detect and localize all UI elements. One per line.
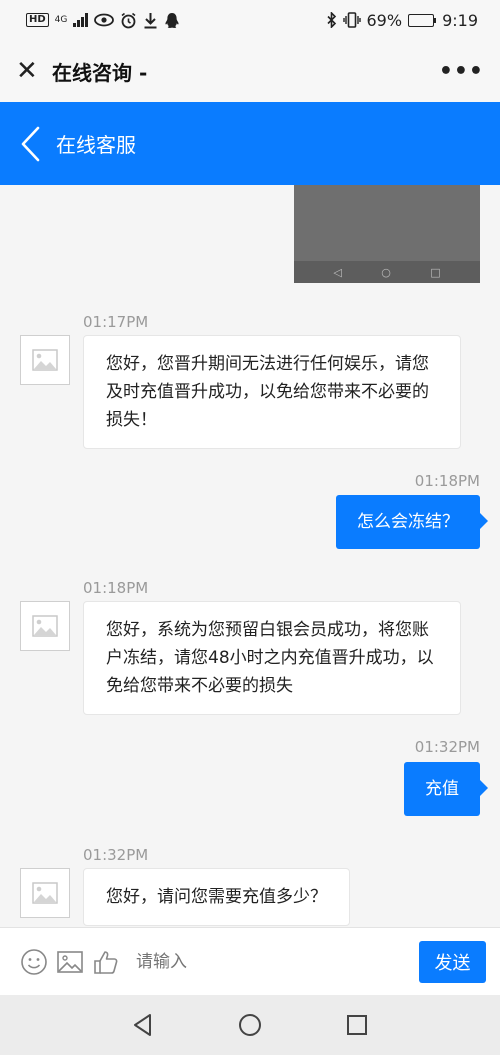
avatar[interactable] bbox=[20, 335, 70, 385]
message-bubble-incoming[interactable]: 您好，您晋升期间无法进行任何娱乐，请您及时充值晋升成功，以免给您带来不必要的损失… bbox=[83, 335, 461, 449]
nav-back-icon[interactable] bbox=[130, 1012, 156, 1038]
image-icon[interactable] bbox=[56, 948, 84, 976]
nav-recents-icon[interactable] bbox=[344, 1012, 370, 1038]
page-title: 在线咨询 - bbox=[52, 60, 148, 85]
message-time: 01:32PM bbox=[83, 846, 149, 864]
close-icon[interactable]: ✕ bbox=[16, 58, 46, 84]
message-bubble-outgoing[interactable]: 怎么会冻结？ bbox=[336, 495, 488, 549]
message-time: 01:17PM bbox=[83, 313, 149, 331]
system-nav-bar bbox=[0, 995, 500, 1055]
back-icon[interactable] bbox=[20, 126, 42, 162]
more-icon[interactable]: ••• bbox=[439, 59, 484, 84]
nav-home-icon[interactable] bbox=[237, 1012, 263, 1038]
message-time: 01:32PM bbox=[414, 738, 480, 756]
battery-percent: 69% bbox=[366, 10, 403, 30]
alarm-icon bbox=[121, 12, 136, 28]
message-input[interactable] bbox=[136, 951, 419, 972]
message-time: 01:18PM bbox=[83, 579, 149, 597]
message-time: 01:18PM bbox=[414, 472, 480, 490]
screenshot-image[interactable]: ◁ ○ □ bbox=[294, 185, 480, 283]
clock: 9:19 bbox=[442, 10, 478, 30]
send-button[interactable]: 发送 bbox=[419, 940, 486, 983]
avatar[interactable] bbox=[20, 601, 70, 651]
message-bubble-incoming[interactable]: 您好，系统为您预留白银会员成功，将您账户冻结，请您48小时之内充值晋升成功，以免… bbox=[83, 601, 461, 715]
chat-area[interactable]: ◁ ○ □ 01:17PM 您好，您晋升期间无法进行任何娱乐，请您及时充值晋升成功，… bbox=[0, 185, 500, 927]
emoji-icon[interactable] bbox=[20, 948, 48, 976]
download-icon bbox=[144, 12, 157, 28]
image-placeholder-icon bbox=[32, 615, 58, 637]
vibrate-icon bbox=[342, 12, 361, 28]
service-header: 在线客服 bbox=[0, 102, 500, 185]
hd-icon: HD bbox=[26, 13, 49, 27]
avatar[interactable] bbox=[20, 868, 70, 918]
service-title: 在线客服 bbox=[56, 133, 136, 157]
network-type: 4G bbox=[54, 14, 68, 25]
signal-icon bbox=[73, 13, 89, 27]
status-bar: HD 4G 69% 9:19 bbox=[0, 0, 500, 40]
app-header: ✕ 在线咨询 - ••• bbox=[0, 40, 500, 102]
image-placeholder-icon bbox=[32, 349, 58, 371]
message-bubble-outgoing[interactable]: 充值 bbox=[404, 762, 488, 816]
screenshot-nav: ◁ ○ □ bbox=[294, 261, 480, 283]
eye-icon bbox=[94, 13, 115, 27]
status-left: HD 4G bbox=[26, 12, 180, 29]
message-bubble-incoming[interactable]: 您好，请问您需要充值多少？ bbox=[83, 868, 350, 926]
bluetooth-icon bbox=[326, 12, 336, 28]
image-placeholder-icon bbox=[32, 882, 58, 904]
thumbs-up-icon[interactable] bbox=[92, 948, 120, 976]
qq-icon bbox=[165, 12, 179, 28]
status-right: 69% 9:19 bbox=[326, 10, 478, 30]
input-bar: 发送 bbox=[0, 927, 500, 995]
battery-icon bbox=[408, 13, 437, 27]
